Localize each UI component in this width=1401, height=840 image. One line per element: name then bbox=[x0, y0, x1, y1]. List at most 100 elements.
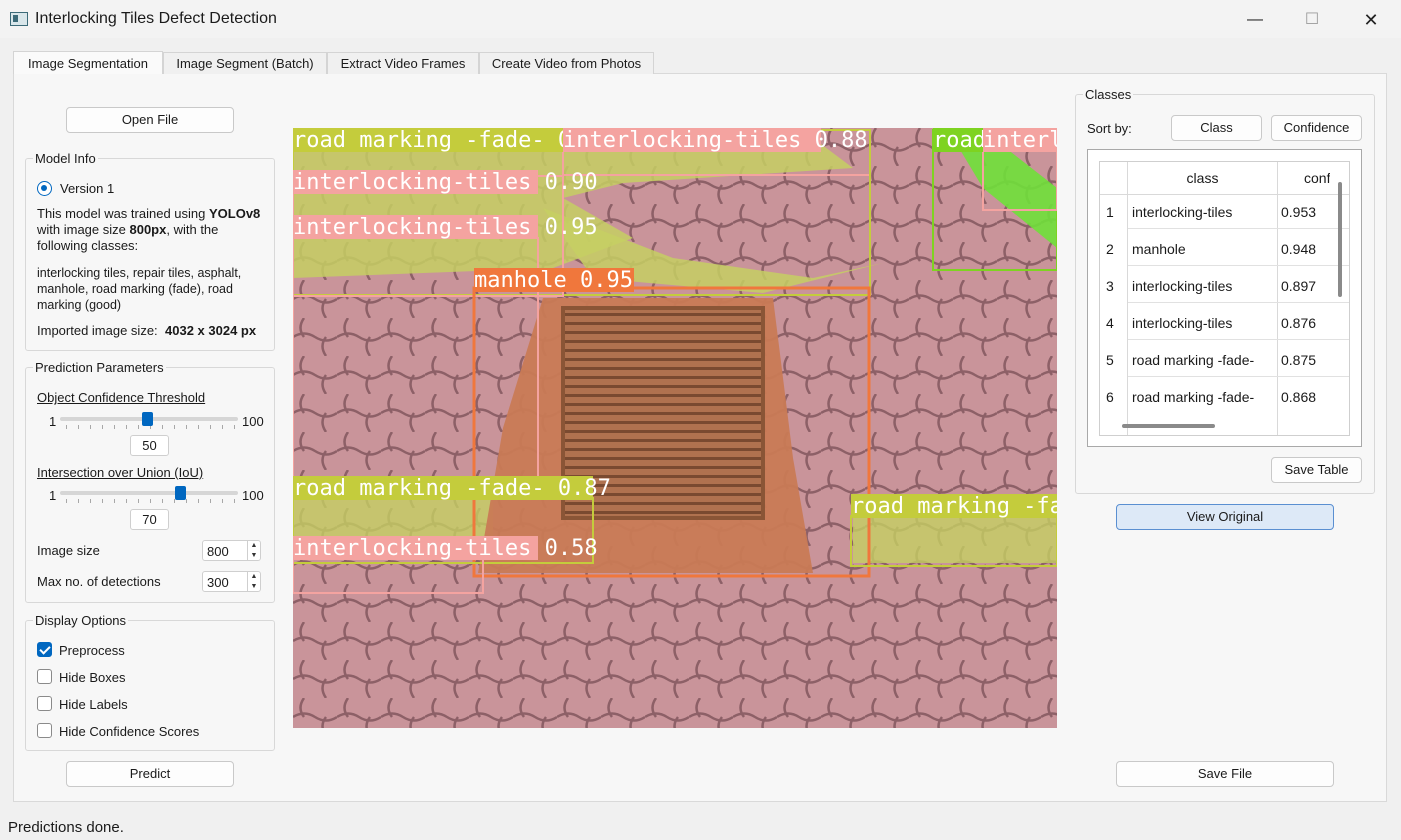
row-index: 5 bbox=[1106, 352, 1114, 368]
image-size-label: Image size bbox=[37, 543, 100, 558]
sort-by-label: Sort by: bbox=[1087, 121, 1132, 136]
save-table-button[interactable]: Save Table bbox=[1271, 457, 1362, 483]
preprocess-checkbox[interactable] bbox=[37, 642, 52, 657]
overlay-label: interlocking-tiles 0.58 bbox=[293, 536, 598, 561]
column-header-class[interactable]: class bbox=[1128, 170, 1277, 186]
row-class[interactable]: interlocking-tiles bbox=[1132, 204, 1232, 220]
row-class[interactable]: manhole bbox=[1132, 241, 1186, 257]
overlay-label: interlocking-tiles 0.95 bbox=[293, 215, 598, 240]
app-icon bbox=[10, 12, 28, 26]
model-desc-line2: with image size 800px, with the bbox=[37, 222, 219, 237]
vertical-scrollbar[interactable] bbox=[1338, 182, 1342, 297]
tab-extract-video-frames[interactable]: Extract Video Frames bbox=[327, 52, 479, 74]
sort-confidence-button[interactable]: Confidence bbox=[1271, 115, 1362, 141]
table-body: 1 interlocking-tiles 0.953 2 manhole 0.9… bbox=[1100, 194, 1349, 435]
row-index: 4 bbox=[1106, 315, 1114, 331]
conf-slider-handle[interactable] bbox=[142, 412, 153, 426]
overlay-label: road bbox=[933, 128, 986, 153]
iou-min-label: 1 bbox=[49, 488, 57, 503]
classes-line2: manhole, road marking (fade), road bbox=[37, 282, 233, 296]
iou-label: Intersection over Union (IoU) bbox=[37, 465, 204, 480]
row-conf[interactable]: 0.876 bbox=[1281, 315, 1316, 331]
row-index: 1 bbox=[1106, 204, 1114, 220]
iou-value-box[interactable]: 70 bbox=[130, 509, 169, 530]
row-index: 3 bbox=[1106, 278, 1114, 294]
image-size-value: 800 bbox=[207, 544, 229, 559]
hide-boxes-checkbox[interactable] bbox=[37, 669, 52, 684]
max-detections-up-icon[interactable]: ▲ bbox=[247, 572, 260, 582]
row-divider bbox=[1128, 265, 1349, 266]
row-class[interactable]: interlocking-tiles bbox=[1132, 278, 1232, 294]
row-conf[interactable]: 0.953 bbox=[1281, 204, 1316, 220]
version-label: Version 1 bbox=[60, 181, 115, 196]
row-conf[interactable]: 0.897 bbox=[1281, 278, 1316, 294]
model-info-title: Model Info bbox=[33, 151, 98, 166]
image-size-spinbox[interactable]: 800 ▲ ▼ bbox=[202, 540, 261, 561]
close-button[interactable]: ✕ bbox=[1348, 8, 1394, 32]
row-conf[interactable]: 0.948 bbox=[1281, 241, 1316, 257]
preprocess-label: Preprocess bbox=[59, 643, 125, 658]
classes-line3: marking (good) bbox=[37, 298, 122, 312]
horizontal-scrollbar[interactable] bbox=[1122, 424, 1215, 428]
row-conf[interactable]: 0.875 bbox=[1281, 352, 1316, 368]
status-bar bbox=[0, 812, 1401, 840]
display-options-title: Display Options bbox=[33, 613, 129, 628]
tab-image-segmentation[interactable]: Image Segmentation bbox=[13, 51, 163, 74]
iou-max-label: 100 bbox=[242, 488, 264, 503]
row-divider bbox=[1128, 339, 1349, 340]
model-desc-line3: following classes: bbox=[37, 238, 139, 253]
maximize-button[interactable]: ☐ bbox=[1289, 8, 1335, 32]
view-original-button[interactable]: View Original bbox=[1116, 504, 1334, 530]
iou-slider-ticks bbox=[66, 499, 236, 503]
row-divider bbox=[1128, 302, 1349, 303]
tab-create-video-from-photos[interactable]: Create Video from Photos bbox=[479, 52, 654, 74]
row-index: 6 bbox=[1106, 389, 1114, 405]
window-title: Interlocking Tiles Defect Detection bbox=[35, 10, 277, 27]
iou-slider-handle[interactable] bbox=[175, 486, 186, 500]
row-class[interactable]: road marking -fade- bbox=[1132, 352, 1254, 368]
column-header-conf[interactable]: conf bbox=[1304, 170, 1330, 186]
prediction-params-title: Prediction Parameters bbox=[33, 360, 166, 375]
minimize-button[interactable]: — bbox=[1232, 8, 1278, 32]
version-radio[interactable] bbox=[37, 181, 52, 196]
row-conf[interactable]: 0.868 bbox=[1281, 389, 1316, 405]
save-file-button[interactable]: Save File bbox=[1116, 761, 1334, 787]
model-desc-line1: This model was trained using YOLOv8 bbox=[37, 206, 261, 221]
open-file-button[interactable]: Open File bbox=[66, 107, 234, 133]
predict-button[interactable]: Predict bbox=[66, 761, 234, 787]
row-class[interactable]: road marking -fade- bbox=[1132, 389, 1254, 405]
hide-confidence-checkbox[interactable] bbox=[37, 723, 52, 738]
max-detections-label: Max no. of detections bbox=[37, 574, 161, 589]
classes-line1: interlocking tiles, repair tiles, asphal… bbox=[37, 266, 242, 280]
overlay-label: interloc bbox=[983, 128, 1057, 153]
overlay-label: road marking -fade- 0.87 bbox=[293, 476, 611, 501]
overlay-label: manhole 0.95 bbox=[474, 268, 633, 293]
conf-min-label: 1 bbox=[49, 414, 57, 429]
tab-image-segment-batch[interactable]: Image Segment (Batch) bbox=[163, 52, 327, 74]
conf-value-box[interactable]: 50 bbox=[130, 435, 169, 456]
hide-boxes-label: Hide Boxes bbox=[59, 670, 126, 685]
conf-threshold-label: Object Confidence Threshold bbox=[37, 390, 206, 405]
max-detections-spinbox[interactable]: 300 ▲ ▼ bbox=[202, 571, 261, 592]
overlay-label: road marking -fade- 0. bbox=[293, 128, 584, 153]
row-divider bbox=[1128, 228, 1349, 229]
overlay-label: interlocking-tiles 0.90 bbox=[293, 170, 598, 195]
classes-table[interactable]: class conf 1 interlocking-tiles 0.953 2 … bbox=[1099, 161, 1350, 436]
imported-size-value: 4032 x 3024 px bbox=[165, 323, 257, 338]
hide-confidence-label: Hide Confidence Scores bbox=[59, 724, 200, 739]
overlay-label: road marking -fa bbox=[851, 494, 1057, 519]
hide-labels-label: Hide Labels bbox=[59, 697, 128, 712]
max-detections-value: 300 bbox=[207, 575, 229, 590]
max-detections-down-icon[interactable]: ▼ bbox=[247, 582, 260, 592]
iou-slider-track[interactable] bbox=[60, 491, 238, 495]
segmented-image-view: road marking -fade- 0. interlocking-tile… bbox=[293, 128, 1057, 728]
row-class[interactable]: interlocking-tiles bbox=[1132, 315, 1232, 331]
classes-title: Classes bbox=[1083, 87, 1134, 102]
imported-size-label: Imported image size: bbox=[37, 323, 158, 338]
sort-class-button[interactable]: Class bbox=[1171, 115, 1262, 141]
row-index: 2 bbox=[1106, 241, 1114, 257]
image-size-down-icon[interactable]: ▼ bbox=[247, 551, 260, 561]
hide-labels-checkbox[interactable] bbox=[37, 696, 52, 711]
image-size-up-icon[interactable]: ▲ bbox=[247, 541, 260, 551]
conf-max-label: 100 bbox=[242, 414, 264, 429]
